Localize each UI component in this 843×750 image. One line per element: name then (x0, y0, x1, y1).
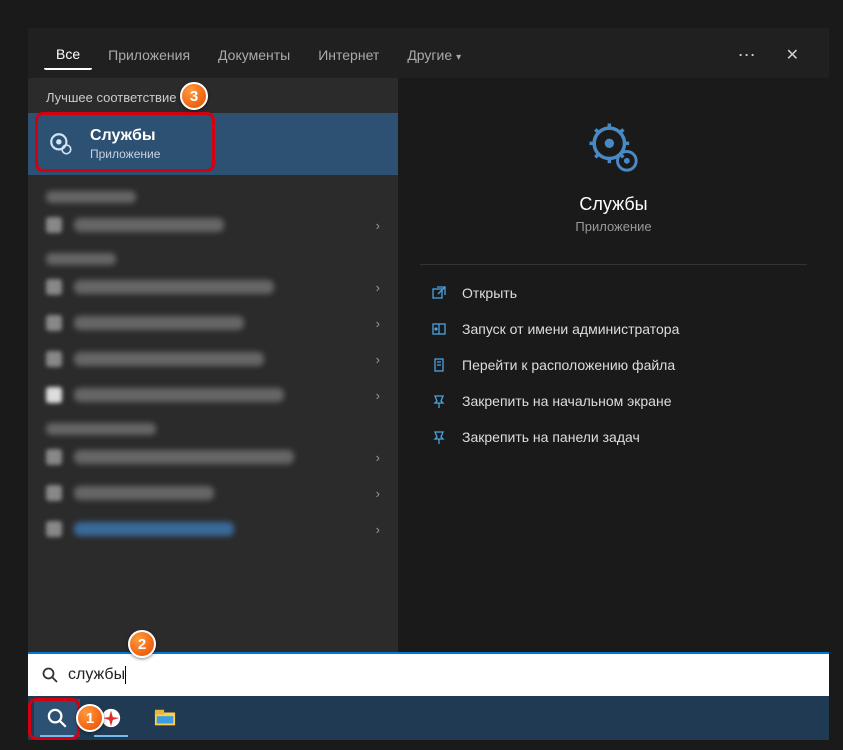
list-item[interactable]: › (28, 475, 398, 511)
result-subtitle: Приложение (90, 147, 160, 161)
search-icon (42, 667, 58, 683)
results-column: Лучшее соответствие Службы Приложение › … (28, 78, 398, 652)
annotation-badge-3: 3 (180, 82, 208, 110)
action-pin-start[interactable]: Закрепить на начальном экране (418, 383, 809, 419)
taskbar-explorer-button[interactable] (142, 699, 188, 737)
action-run-admin[interactable]: Запуск от имени администратора (418, 311, 809, 347)
best-match-label: Лучшее соответствие (28, 78, 398, 113)
open-icon (430, 284, 448, 302)
list-item[interactable]: › (28, 207, 398, 243)
tab-apps[interactable]: Приложения (96, 41, 202, 69)
tab-other[interactable]: Другие▾ (395, 41, 473, 69)
close-icon[interactable]: ✕ (772, 41, 813, 69)
taskbar-search-button[interactable] (34, 699, 80, 737)
search-panel: Все Приложения Документы Интернет Другие… (28, 28, 829, 652)
action-pin-taskbar[interactable]: Закрепить на панели задач (418, 419, 809, 455)
list-item[interactable]: › (28, 439, 398, 475)
preview-pane: Службы Приложение Открыть Запуск от имен… (398, 78, 829, 652)
list-item[interactable]: › (28, 341, 398, 377)
pin-icon (430, 392, 448, 410)
divider (420, 264, 808, 265)
preview-subtitle: Приложение (575, 219, 651, 234)
result-title: Службы (90, 127, 160, 145)
list-item[interactable]: › (28, 511, 398, 547)
tab-internet[interactable]: Интернет (306, 41, 391, 69)
services-gear-icon-large (584, 118, 644, 178)
filter-tabs: Все Приложения Документы Интернет Другие… (28, 28, 829, 78)
action-file-location[interactable]: Перейти к расположению файла (418, 347, 809, 383)
search-box[interactable]: службы (28, 652, 829, 696)
list-item[interactable]: › (28, 269, 398, 305)
tab-documents[interactable]: Документы (206, 41, 302, 69)
list-item[interactable]: › (28, 377, 398, 413)
preview-title: Службы (579, 194, 647, 215)
pin-icon (430, 428, 448, 446)
chevron-down-icon: ▾ (456, 52, 461, 63)
annotation-badge-2: 2 (128, 630, 156, 658)
folder-icon (430, 356, 448, 374)
shield-icon (430, 320, 448, 338)
tab-all[interactable]: Все (44, 40, 92, 70)
more-icon[interactable]: ⋯ (728, 41, 768, 70)
best-match-result[interactable]: Службы Приложение (28, 113, 398, 175)
services-gear-icon (46, 129, 76, 159)
taskbar (28, 696, 829, 740)
list-item[interactable]: › (28, 305, 398, 341)
action-open[interactable]: Открыть (418, 275, 809, 311)
search-input[interactable]: службы (68, 666, 125, 684)
other-results: › › › › › › › › (28, 175, 398, 652)
annotation-badge-1: 1 (76, 704, 104, 732)
